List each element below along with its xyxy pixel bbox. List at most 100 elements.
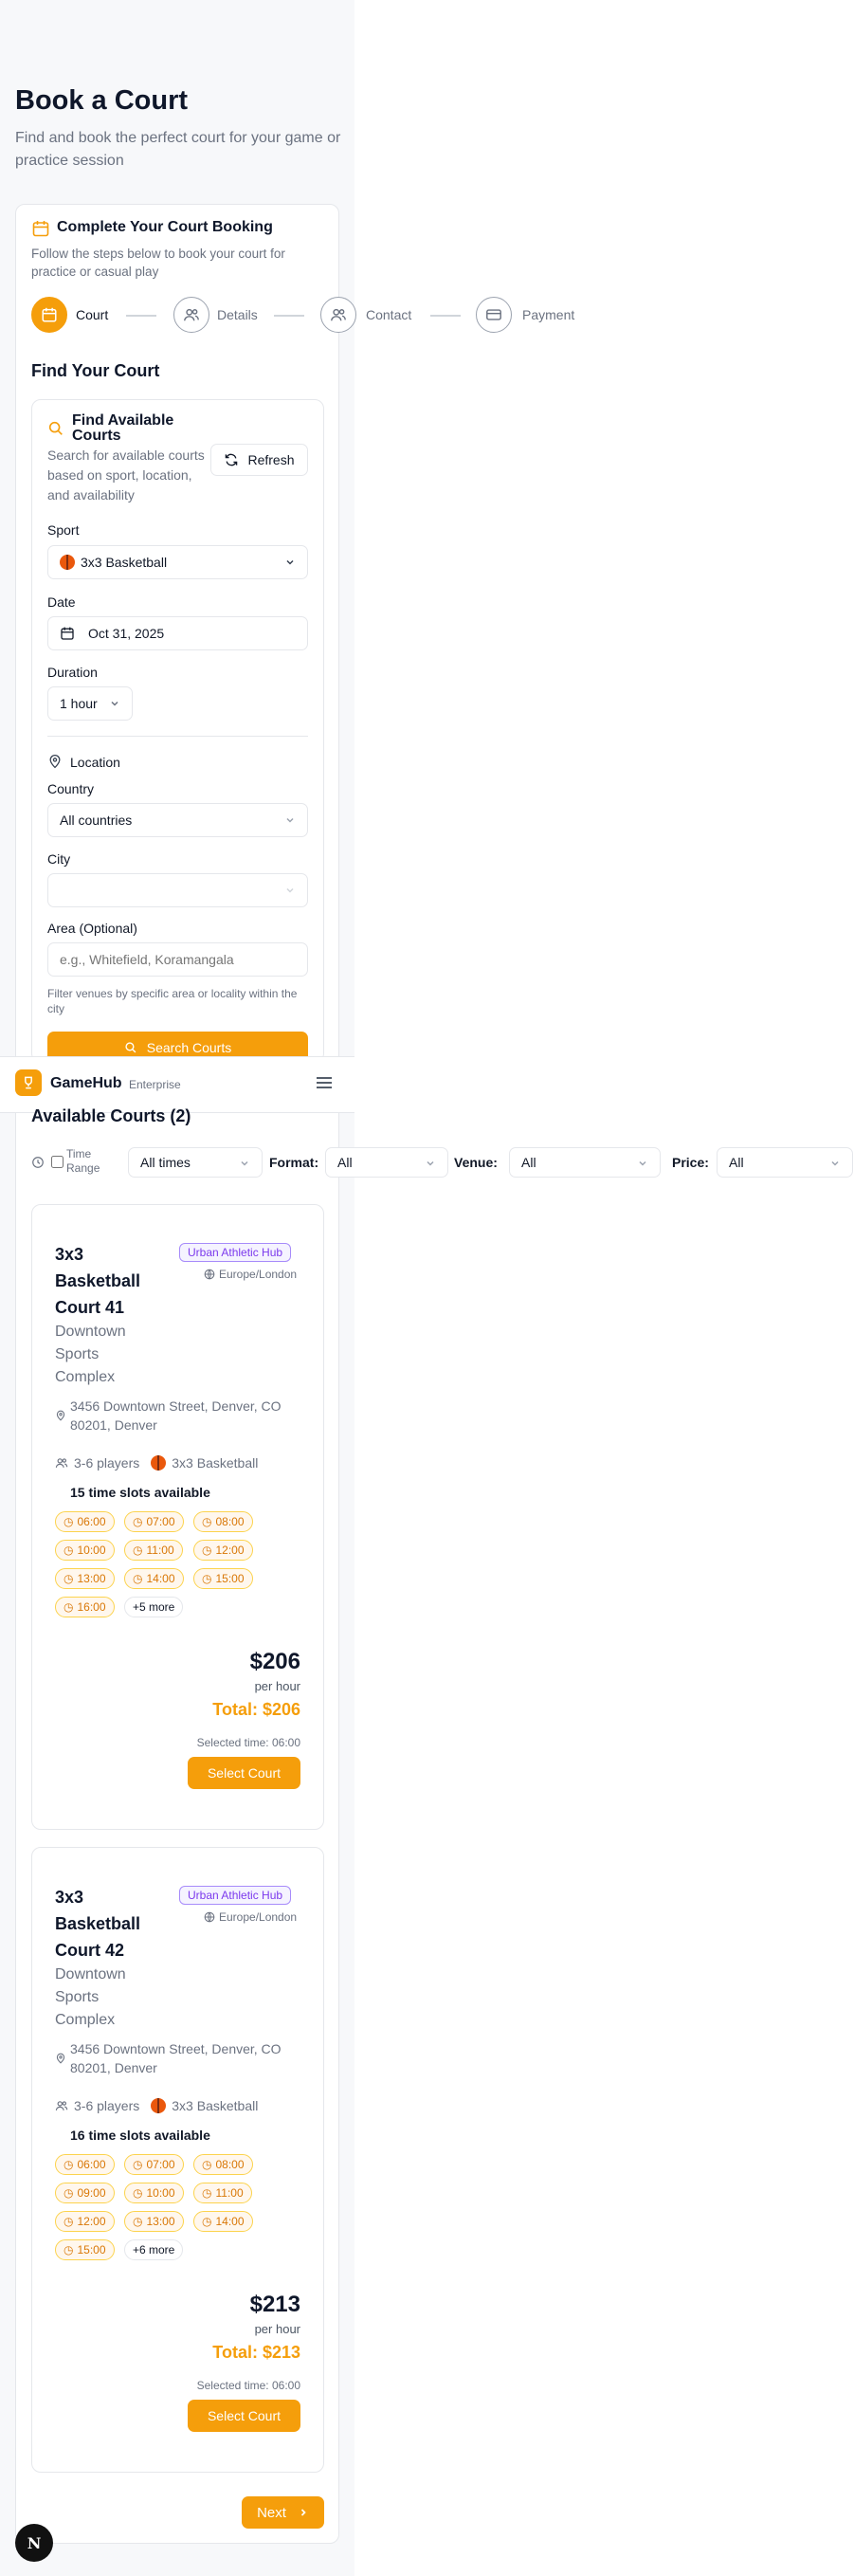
- time-slot[interactable]: ◷ 06:00: [55, 1511, 115, 1532]
- timezone-value: Europe/London: [219, 1268, 298, 1281]
- clock-icon: ◷: [202, 1544, 212, 1557]
- finder-description: Search for available courts based on spo…: [47, 448, 205, 502]
- hamburger-menu-icon[interactable]: [316, 1075, 333, 1090]
- court-card: 3x3 Basketball Court 41 Urban Athletic H…: [31, 1204, 324, 1830]
- user-icon: [331, 308, 346, 321]
- sport-value: 3x3 Basketball: [81, 555, 168, 570]
- users-icon: [184, 308, 199, 321]
- time-slot-label: 13:00: [77, 1572, 106, 1585]
- globe-icon: [204, 1911, 215, 1923]
- trophy-icon: [25, 1076, 32, 1089]
- select-court-button[interactable]: Select Court: [188, 2400, 300, 2432]
- brand-subtitle: Enterprise: [129, 1078, 181, 1091]
- clock-icon: ◷: [64, 1600, 74, 1614]
- court-card: 3x3 Basketball Court 42 Urban Athletic H…: [31, 1847, 324, 2473]
- chevron-down-icon: [831, 1160, 839, 1166]
- clock-icon: ◷: [202, 2186, 212, 2200]
- time-slot[interactable]: ◷ 08:00: [193, 2154, 253, 2175]
- time-range-value: All times: [140, 1155, 191, 1170]
- clock-icon: ◷: [133, 2186, 143, 2200]
- time-slot[interactable]: ◷ 15:00: [55, 2239, 115, 2260]
- page-title: Book a Court: [15, 85, 189, 116]
- time-slot[interactable]: ◷ 07:00: [124, 2154, 184, 2175]
- time-slot[interactable]: ◷ 11:00: [124, 1540, 183, 1561]
- price-select[interactable]: All: [717, 1147, 853, 1178]
- time-slot[interactable]: ◷ 09:00: [55, 2183, 115, 2203]
- refresh-label: Refresh: [247, 452, 295, 467]
- time-slot[interactable]: ◷ 08:00: [193, 1511, 253, 1532]
- clock-icon: ◷: [202, 1515, 212, 1528]
- price-unit: per hour: [254, 1679, 300, 1693]
- time-slot-label: 12:00: [77, 2215, 106, 2228]
- country-select[interactable]: All countries: [47, 803, 308, 837]
- time-slot[interactable]: ◷ 13:00: [124, 2211, 184, 2232]
- city-select[interactable]: [47, 873, 308, 907]
- step-details[interactable]: [173, 297, 209, 333]
- time-slot-label: 08:00: [215, 2158, 245, 2171]
- format-value: All: [337, 1155, 353, 1170]
- select-court-button[interactable]: Select Court: [188, 1757, 300, 1789]
- step-payment[interactable]: [476, 297, 512, 333]
- clock-icon: [32, 1157, 44, 1168]
- venue-select[interactable]: All: [509, 1147, 661, 1178]
- step-court[interactable]: [31, 297, 67, 333]
- clock-icon: ◷: [64, 2215, 74, 2228]
- step-contact[interactable]: [320, 297, 356, 333]
- duration-label: Duration: [47, 665, 98, 680]
- gamehub-logo[interactable]: [15, 1069, 42, 1096]
- booking-title: Complete Your Court Booking: [57, 219, 273, 235]
- step-connector: [126, 315, 156, 317]
- chevron-down-icon: [639, 1160, 646, 1166]
- time-slot[interactable]: ◷ 06:00: [55, 2154, 115, 2175]
- area-input[interactable]: [47, 942, 308, 977]
- time-range-select[interactable]: All times: [128, 1147, 263, 1178]
- time-slot[interactable]: ◷ 16:00: [55, 1597, 115, 1617]
- dev-tools-badge[interactable]: N: [15, 2524, 53, 2562]
- time-slot[interactable]: ◷ 12:00: [193, 1540, 253, 1561]
- time-slot[interactable]: ◷ 10:00: [55, 1540, 115, 1561]
- time-slot-label: 14:00: [215, 2215, 245, 2228]
- timezone-label: Europe/London: [204, 1268, 297, 1281]
- next-button[interactable]: Next: [242, 2496, 324, 2529]
- date-picker[interactable]: Oct 31, 2025: [47, 616, 308, 650]
- more-slots-button[interactable]: +5 more: [124, 1597, 184, 1617]
- brand-name: GameHub: [50, 1075, 122, 1091]
- time-range-checkbox[interactable]: [51, 1156, 64, 1168]
- calendar-icon: [61, 627, 74, 640]
- clock-icon: ◷: [64, 2186, 74, 2200]
- sport-select[interactable]: 3x3 Basketball: [47, 545, 308, 579]
- step-label-payment: Payment: [522, 307, 575, 322]
- time-slot[interactable]: ◷ 12:00: [55, 2211, 115, 2232]
- divider: [47, 736, 308, 737]
- refresh-button[interactable]: Refresh: [210, 444, 308, 476]
- time-slot-label: 12:00: [215, 1544, 245, 1557]
- chevron-down-icon: [286, 887, 294, 893]
- more-slots-button[interactable]: +6 more: [124, 2239, 184, 2260]
- clock-icon: ◷: [133, 1544, 143, 1557]
- chevron-down-icon: [427, 1160, 434, 1166]
- step-label-details: Details: [217, 307, 258, 322]
- time-slot[interactable]: ◷ 07:00: [124, 1511, 184, 1532]
- time-slot[interactable]: ◷ 15:00: [193, 1568, 253, 1589]
- time-slot[interactable]: ◷ 13:00: [55, 1568, 115, 1589]
- venue-value: All: [521, 1155, 536, 1170]
- basketball-icon: [151, 2098, 167, 2113]
- clock-icon: ◷: [133, 1515, 143, 1528]
- step-connector: [430, 315, 461, 317]
- chevron-right-icon: [300, 2509, 306, 2516]
- format-label: Format:: [269, 1155, 319, 1170]
- time-slot[interactable]: ◷ 11:00: [193, 2183, 252, 2203]
- format-select[interactable]: All: [325, 1147, 448, 1178]
- players-count: 3-6 players: [74, 1455, 140, 1471]
- time-slot[interactable]: ◷ 10:00: [124, 2183, 184, 2203]
- finder-title: Find Available Courts: [72, 412, 174, 444]
- find-court-heading: Find Your Court: [31, 361, 160, 380]
- venue-badge: Urban Athletic Hub: [179, 1243, 292, 1262]
- venue-badge: Urban Athletic Hub: [179, 1886, 292, 1905]
- time-slot[interactable]: ◷ 14:00: [193, 2211, 253, 2232]
- clock-icon: ◷: [202, 2158, 212, 2171]
- duration-select[interactable]: 1 hour: [47, 686, 133, 721]
- clock-icon: ◷: [133, 2158, 143, 2171]
- players-count: 3-6 players: [74, 2098, 140, 2113]
- time-slot[interactable]: ◷ 14:00: [124, 1568, 184, 1589]
